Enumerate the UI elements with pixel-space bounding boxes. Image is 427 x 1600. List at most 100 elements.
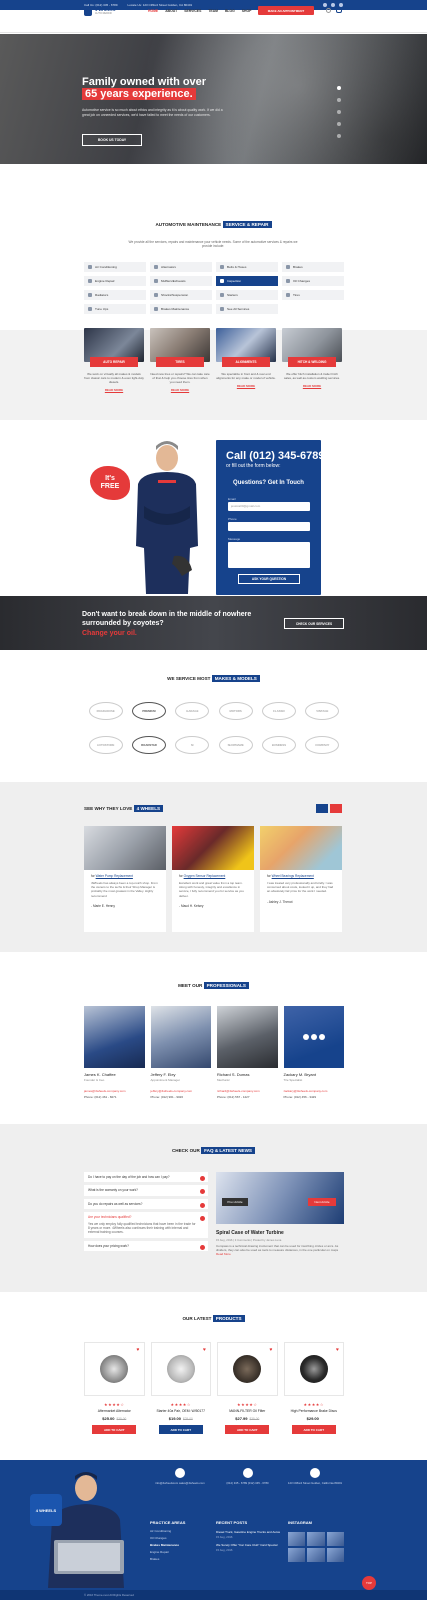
add-to-cart-button[interactable]: ADD TO CART: [92, 1425, 137, 1434]
read-more-link[interactable]: READ MORE: [216, 384, 276, 388]
prev-arrow-icon[interactable]: [316, 804, 328, 813]
prev-article-button[interactable]: Prev Article: [222, 1198, 248, 1206]
slider-dot[interactable]: [337, 134, 341, 138]
service-card-label[interactable]: AUTO REPAIR: [90, 357, 138, 367]
slider-dot[interactable]: [337, 98, 341, 102]
email-field[interactable]: jessica00@gmail.com: [228, 502, 310, 511]
service-item[interactable]: Brakes Maintenance: [150, 304, 212, 314]
practice-link[interactable]: Brakes Maintenance: [150, 1542, 185, 1549]
faq-item[interactable]: What is the warranty on your work?: [84, 1185, 208, 1196]
service-item[interactable]: Mufflers/Exhausts: [150, 276, 212, 286]
read-more-link[interactable]: READ MORE: [84, 388, 144, 392]
expand-icon[interactable]: [200, 1176, 205, 1181]
ask-question-button[interactable]: ASK YOUR QUESTION: [238, 574, 300, 584]
add-to-cart-button[interactable]: ADD TO CART: [225, 1425, 270, 1434]
slider-dot[interactable]: [337, 110, 341, 114]
google-icon[interactable]: [339, 3, 343, 7]
testimonial-service-link[interactable]: Oxygen Sensor Replacement: [184, 874, 226, 878]
facebook-icon[interactable]: [323, 3, 327, 7]
service-item[interactable]: Tires: [282, 290, 344, 300]
wishlist-heart-icon[interactable]: ♥: [270, 1347, 273, 1353]
read-more-link[interactable]: READ MORE: [282, 384, 342, 388]
read-more-link[interactable]: Read More: [216, 1252, 231, 1256]
service-card-label[interactable]: TIRES: [156, 357, 204, 367]
service-item[interactable]: Radiators: [84, 290, 146, 300]
news-title[interactable]: Spiral Case of Water Turbine: [216, 1230, 284, 1236]
nav-home[interactable]: HOME: [148, 9, 158, 13]
product-name[interactable]: Aftermarket Alternator: [84, 1409, 145, 1413]
slider-dot[interactable]: [337, 122, 341, 126]
instagram-thumb[interactable]: [326, 1532, 344, 1546]
service-item[interactable]: Inspection: [216, 276, 278, 286]
service-item[interactable]: Oil Changes: [282, 276, 344, 286]
member-email[interactable]: zackary@4wheels-company.com: [284, 1089, 345, 1093]
nav-about[interactable]: ABOUT: [165, 9, 177, 13]
testimonial-service-link[interactable]: Wheel Bearings Replacement: [272, 874, 314, 878]
service-card-label[interactable]: ALIGNMENTS: [222, 357, 270, 367]
read-more-link[interactable]: READ MORE: [150, 388, 210, 392]
add-to-cart-button[interactable]: ADD TO CART: [158, 1425, 203, 1434]
practice-link[interactable]: Engine Repair: [150, 1549, 185, 1556]
instagram-thumb[interactable]: [288, 1548, 306, 1562]
service-item[interactable]: Alternators: [150, 262, 212, 272]
product-image[interactable]: ♥: [217, 1342, 278, 1396]
product-name[interactable]: High Performance Brake Discs: [284, 1409, 345, 1413]
product-image[interactable]: ♥: [150, 1342, 211, 1396]
instagram-thumb[interactable]: [307, 1548, 325, 1562]
service-item[interactable]: Tune Ups: [84, 304, 146, 314]
make-appointment-button[interactable]: MAKE AN APPOINTMENT: [258, 6, 314, 15]
service-item[interactable]: Shocks/Suspension: [150, 290, 212, 300]
google-icon[interactable]: [318, 1034, 325, 1040]
product-name[interactable]: Starter 40a Pair, OEM: W/50177: [151, 1409, 212, 1413]
practice-link[interactable]: Air Conditioning: [150, 1528, 185, 1535]
twitter-icon[interactable]: [310, 1034, 317, 1040]
wishlist-heart-icon[interactable]: ♥: [203, 1347, 206, 1353]
message-field[interactable]: [228, 542, 310, 568]
faq-item[interactable]: Do I have to pay on the day of the job a…: [84, 1172, 208, 1183]
expand-icon[interactable]: [200, 1244, 205, 1250]
slider-dot[interactable]: [337, 86, 341, 90]
expand-icon[interactable]: [200, 1202, 205, 1208]
member-email[interactable]: jeffery@4wheels-company.com: [151, 1089, 212, 1093]
service-item[interactable]: Air Conditioning: [84, 262, 146, 272]
faq-item-open[interactable]: Are your technicians qualified? Yes we on…: [84, 1212, 208, 1238]
nav-blog[interactable]: BLOG: [225, 9, 235, 13]
faq-item[interactable]: Do you do repairs as well as services?: [84, 1198, 208, 1210]
instagram-thumb[interactable]: [307, 1532, 325, 1546]
service-item[interactable]: Brakes: [282, 262, 344, 272]
wishlist-heart-icon[interactable]: ♥: [137, 1347, 140, 1353]
product-name[interactable]: MANN-FILTER Oil Filter: [217, 1409, 278, 1413]
check-services-button[interactable]: CHECK OUR SERVICES: [284, 618, 344, 629]
nav-services[interactable]: SERVICES: [184, 9, 201, 13]
wishlist-heart-icon[interactable]: ♥: [336, 1347, 339, 1353]
instagram-thumb[interactable]: [326, 1548, 344, 1562]
nav-team[interactable]: TEAM: [208, 9, 218, 13]
back-to-top-button[interactable]: TOP: [362, 1576, 376, 1590]
next-article-button[interactable]: Next Article: [308, 1198, 336, 1206]
search-icon[interactable]: [326, 8, 331, 13]
practice-link[interactable]: Brakes: [150, 1556, 185, 1563]
collapse-icon[interactable]: [200, 1216, 205, 1222]
expand-icon[interactable]: [200, 1189, 205, 1195]
recent-post-link[interactable]: Diesel Truck, Gasoline Engine Trucks and…: [216, 1530, 282, 1534]
recent-post-link[interactable]: We Surely Offer "Car Care Club" Card Spe…: [216, 1543, 282, 1547]
site-logo[interactable]: 4 WHEELS AUTO REPAIR: [84, 4, 120, 19]
product-image[interactable]: ♥: [84, 1342, 145, 1396]
twitter-icon[interactable]: [331, 3, 335, 7]
member-email[interactable]: james@4wheels-company.com: [84, 1089, 145, 1093]
service-item[interactable]: Starters: [216, 290, 278, 300]
service-card-label[interactable]: HITCH & WELDING: [288, 357, 336, 367]
practice-link[interactable]: Oil Changes: [150, 1535, 185, 1542]
cart-icon[interactable]: [336, 8, 342, 13]
next-arrow-icon[interactable]: [330, 804, 342, 813]
service-item[interactable]: Engine Repair: [84, 276, 146, 286]
footer-logo[interactable]: 4 WHEELS: [30, 1494, 62, 1526]
testimonial-service-link[interactable]: Water Pump Replacement: [96, 874, 133, 878]
service-item[interactable]: See All Services: [216, 304, 278, 314]
nav-shop[interactable]: SHOP: [242, 9, 252, 13]
phone-field[interactable]: [228, 522, 310, 531]
facebook-icon[interactable]: [302, 1034, 309, 1040]
faq-item[interactable]: How does your pricing work?: [84, 1240, 208, 1252]
instagram-thumb[interactable]: [288, 1532, 306, 1546]
member-email[interactable]: richard@4wheels-company.com: [217, 1089, 278, 1093]
